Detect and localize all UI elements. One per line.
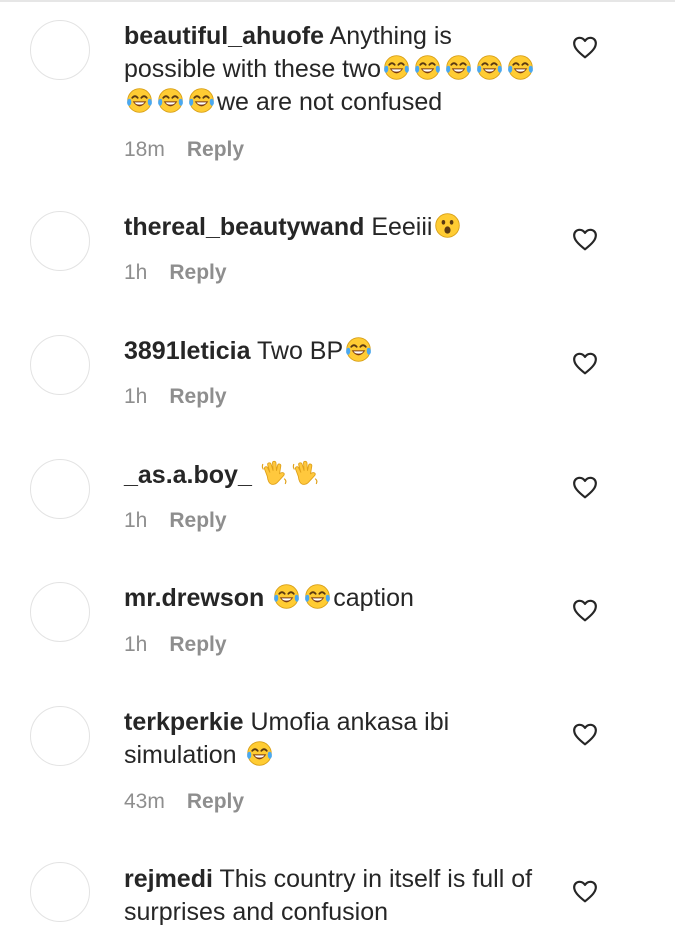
comment-username[interactable]: 3891leticia: [124, 337, 251, 365]
laughing-tears-emoji-icon: [477, 55, 503, 80]
laughing-tears-emoji-icon: [246, 741, 272, 766]
reply-button[interactable]: Reply: [169, 633, 226, 657]
emoji-group: [244, 741, 275, 769]
laughing-tears-emoji-icon: [384, 55, 410, 80]
comment-meta: 43m Reply: [124, 790, 244, 814]
comment-time: 18m: [124, 138, 165, 161]
comment-body-after: we are not confused: [217, 88, 443, 116]
reply-button[interactable]: Reply: [187, 138, 244, 162]
laughing-tears-emoji-icon: [346, 337, 372, 362]
comment-time: 1h: [124, 509, 148, 532]
comment-time: 1h: [124, 633, 148, 656]
avatar[interactable]: [30, 211, 90, 271]
comment-username[interactable]: mr.drewson: [124, 584, 264, 612]
comment-username[interactable]: terkperkie: [124, 708, 244, 736]
emoji-group: [271, 584, 333, 612]
heart-icon[interactable]: [572, 475, 598, 499]
emoji-group: [259, 460, 321, 489]
comment-body: Eeeiii: [371, 213, 433, 241]
reply-button[interactable]: Reply: [187, 790, 244, 814]
surprised-face-emoji-icon: [435, 213, 461, 238]
heart-icon[interactable]: [572, 351, 598, 375]
heart-icon[interactable]: [572, 598, 598, 622]
comment-meta: 18m Reply: [124, 138, 244, 162]
avatar[interactable]: [30, 459, 90, 519]
comment-time: 1h: [124, 385, 148, 408]
comment-text: 3891leticia Two BP: [124, 335, 544, 368]
comment-body-after: caption: [333, 584, 414, 612]
avatar[interactable]: [30, 582, 90, 642]
comment-username[interactable]: _as.a.boy_: [124, 461, 252, 489]
avatar[interactable]: [30, 862, 90, 922]
avatar[interactable]: [30, 706, 90, 766]
comment-meta: 1h Reply: [124, 509, 227, 533]
comment-time: 43m: [124, 790, 165, 813]
emoji-group: [432, 213, 463, 241]
reply-button[interactable]: Reply: [169, 385, 226, 409]
reply-button[interactable]: Reply: [169, 509, 226, 533]
comment-text: terkperkie Umofia ankasa ibi simulation: [124, 706, 544, 772]
emoji-group: [343, 337, 374, 365]
comment-body: Two BP: [257, 337, 344, 365]
laughing-tears-emoji-icon: [158, 88, 183, 113]
avatar[interactable]: [30, 335, 90, 395]
comment-text: _as.a.boy_: [124, 459, 544, 492]
comment-text: beautiful_ahuofe Anything is possible wi…: [124, 20, 544, 119]
top-divider: [0, 0, 675, 2]
laughing-tears-emoji-icon: [127, 88, 152, 113]
reply-button[interactable]: Reply: [169, 261, 226, 285]
heart-icon[interactable]: [572, 722, 598, 746]
heart-icon[interactable]: [572, 227, 598, 251]
comment-text: rejmedi This country in itself is full o…: [124, 863, 544, 929]
laughing-tears-emoji-icon: [305, 584, 331, 609]
comment-username[interactable]: rejmedi: [124, 865, 213, 893]
heart-icon[interactable]: [572, 879, 598, 903]
comment-meta: 1h Reply: [124, 633, 227, 657]
avatar[interactable]: [30, 20, 90, 80]
laughing-tears-emoji-icon: [415, 55, 441, 80]
comment-text: thereal_beautywand Eeeiii: [124, 211, 544, 244]
comment-time: 1h: [124, 261, 148, 284]
comment-meta: 1h Reply: [124, 385, 227, 409]
heart-icon[interactable]: [572, 35, 598, 59]
comment-username[interactable]: beautiful_ahuofe: [124, 22, 324, 50]
waving-hand-emoji-icon: [261, 460, 287, 485]
comment-text: mr.drewson caption: [124, 582, 544, 615]
waving-hand-emoji-icon: [292, 460, 318, 485]
laughing-tears-emoji-icon: [446, 55, 472, 80]
comment-username[interactable]: thereal_beautywand: [124, 213, 364, 241]
laughing-tears-emoji-icon: [274, 584, 300, 609]
laughing-tears-emoji-icon: [189, 88, 214, 113]
comment-meta: 1h Reply: [124, 261, 227, 285]
laughing-tears-emoji-icon: [508, 55, 534, 80]
